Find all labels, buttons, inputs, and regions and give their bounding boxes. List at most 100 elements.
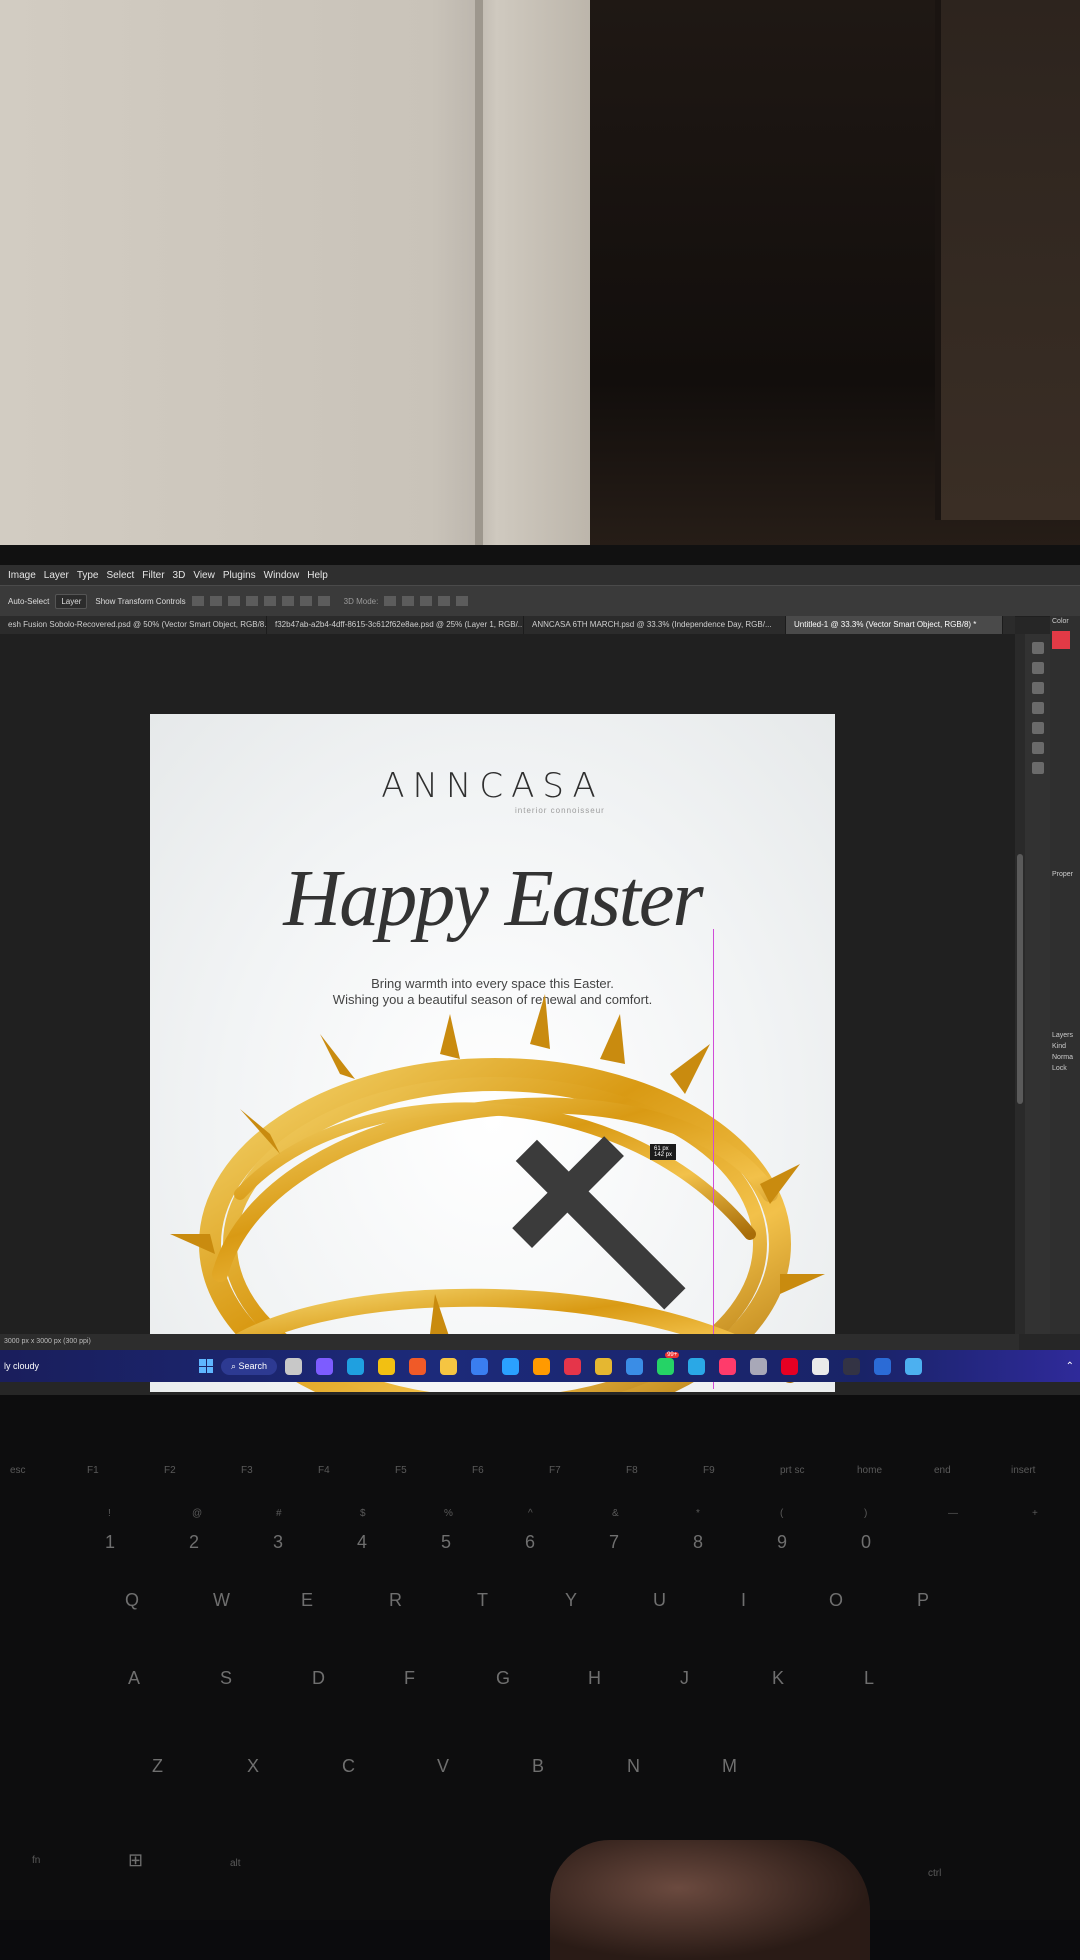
menu-window[interactable]: Window [264,570,300,581]
align-left-icon[interactable] [191,596,204,606]
app-cyan-icon[interactable] [905,1357,923,1375]
telegram-icon[interactable] [688,1357,706,1375]
paragraph-icon[interactable] [1031,702,1044,714]
key-2[interactable]: 2 [189,1532,199,1553]
slide-3d-icon[interactable] [438,596,451,606]
menu-type[interactable]: Type [77,570,99,581]
key-4[interactable]: 4 [357,1532,367,1553]
key-1[interactable]: 1 [105,1532,115,1553]
key-y[interactable]: Y [565,1590,577,1611]
color-panel-title[interactable]: Color [1050,616,1080,627]
orbit-3d-icon[interactable] [384,596,397,606]
key-o[interactable]: O [829,1590,843,1611]
auto-select-checkbox[interactable]: Auto-Select [8,597,49,606]
taskbar-search[interactable]: ⌕ Search [221,1357,278,1375]
menu-image[interactable]: Image [8,570,36,581]
tab-fusion-sobolo[interactable]: esh Fusion Sobolo-Recovered.psd @ 50% (V… [0,616,267,634]
app-grey-icon[interactable] [750,1357,768,1375]
key-f1[interactable]: F1 [87,1465,99,1476]
task-view-icon[interactable] [285,1357,303,1375]
system-tray-chevron-icon[interactable]: ⌃ [1066,1361,1074,1372]
copilot-icon[interactable] [316,1357,334,1375]
windows-start-icon[interactable] [199,1359,213,1373]
key-9[interactable]: 9 [777,1532,787,1553]
chrome-icon[interactable] [378,1357,396,1375]
brush-settings-icon[interactable] [1031,722,1044,734]
photoshop-icon[interactable] [502,1357,520,1375]
key-ctrl-right[interactable]: ctrl [928,1868,941,1879]
key-j[interactable]: J [680,1668,689,1689]
whatsapp-icon[interactable]: 99+ [657,1351,680,1375]
key-p[interactable]: P [917,1590,929,1611]
app-dark-icon[interactable] [843,1357,861,1375]
key-m[interactable]: M [722,1756,737,1777]
word-icon[interactable] [874,1357,892,1375]
key-c[interactable]: C [342,1756,355,1777]
app-yellow-icon[interactable] [595,1357,613,1375]
key-f6[interactable]: F6 [472,1465,484,1476]
key-f9[interactable]: F9 [703,1465,715,1476]
key-shift-symbol[interactable]: ( [780,1508,783,1519]
tab-untitled-1[interactable]: Untitled-1 @ 33.3% (Vector Smart Object,… [786,616,1003,634]
key-x[interactable]: X [247,1756,259,1777]
app-blue-icon[interactable] [626,1357,644,1375]
artboard[interactable]: ANNCASA interior connoisseur Happy Easte… [150,714,835,1392]
key-g[interactable]: G [496,1668,510,1689]
key-n[interactable]: N [627,1756,640,1777]
tab-anncasa-6th-march[interactable]: ANNCASA 6TH MARCH.psd @ 33.3% (Independe… [524,616,786,634]
key-0[interactable]: 0 [861,1532,871,1553]
music-icon[interactable] [719,1357,737,1375]
align-right-icon[interactable] [227,596,240,606]
app-white-icon[interactable] [812,1357,830,1375]
key-e[interactable]: E [301,1590,313,1611]
menu-help[interactable]: Help [307,570,328,581]
key-f[interactable]: F [404,1668,415,1689]
key-i[interactable]: I [741,1590,746,1611]
key-end[interactable]: end [934,1465,951,1476]
key-f7[interactable]: F7 [549,1465,561,1476]
key-k[interactable]: K [772,1668,784,1689]
align-center-icon[interactable] [209,596,222,606]
key-insert[interactable]: insert [1011,1465,1035,1476]
key-h[interactable]: H [588,1668,601,1689]
key-windows-icon[interactable]: ⊞ [128,1850,143,1871]
glyphs-icon[interactable] [1031,762,1044,774]
key-home[interactable]: home [857,1465,882,1476]
key-prt-sc[interactable]: prt sc [780,1465,804,1476]
key-v[interactable]: V [437,1756,449,1777]
menu-filter[interactable]: Filter [142,570,164,581]
tab-f32b47ab[interactable]: f32b47ab-a2b4-4dff-8615-3c612f62e8ae.psd… [267,616,524,634]
brave-icon[interactable] [409,1357,427,1375]
comments-icon[interactable] [1031,662,1044,674]
key-shift-symbol[interactable]: ^ [528,1508,533,1519]
key-shift-symbol[interactable]: ! [108,1508,111,1519]
scrollbar-thumb[interactable] [1017,854,1023,1104]
key-fn[interactable]: fn [32,1855,40,1866]
key-f5[interactable]: F5 [395,1465,407,1476]
key-w[interactable]: W [213,1590,230,1611]
menu-layer[interactable]: Layer [44,570,69,581]
key-shift-symbol[interactable]: — [948,1508,958,1519]
key-7[interactable]: 7 [609,1532,619,1553]
layer-kind-filter[interactable]: Kind [1050,1041,1080,1052]
key-r[interactable]: R [389,1590,402,1611]
history-icon[interactable] [1031,642,1044,654]
key-6[interactable]: 6 [525,1532,535,1553]
menu-view[interactable]: View [193,570,215,581]
align-middle-icon[interactable] [281,596,294,606]
key-shift-symbol[interactable]: + [1032,1508,1038,1519]
key-shift-symbol[interactable]: * [696,1508,700,1519]
key-shift-symbol[interactable]: @ [192,1508,202,1519]
menu-3d[interactable]: 3D [173,570,186,581]
key-5[interactable]: 5 [441,1532,451,1553]
key-u[interactable]: U [653,1590,666,1611]
key-3[interactable]: 3 [273,1532,283,1553]
store-icon[interactable] [471,1357,489,1375]
key-shift-symbol[interactable]: # [276,1508,282,1519]
character-icon[interactable] [1031,682,1044,694]
key-shift-symbol[interactable]: % [444,1508,453,1519]
distribute-icon[interactable] [245,596,258,606]
blend-mode-dropdown[interactable]: Norma [1050,1052,1080,1063]
align-bottom-icon[interactable] [299,596,312,606]
app-red-icon[interactable] [564,1357,582,1375]
